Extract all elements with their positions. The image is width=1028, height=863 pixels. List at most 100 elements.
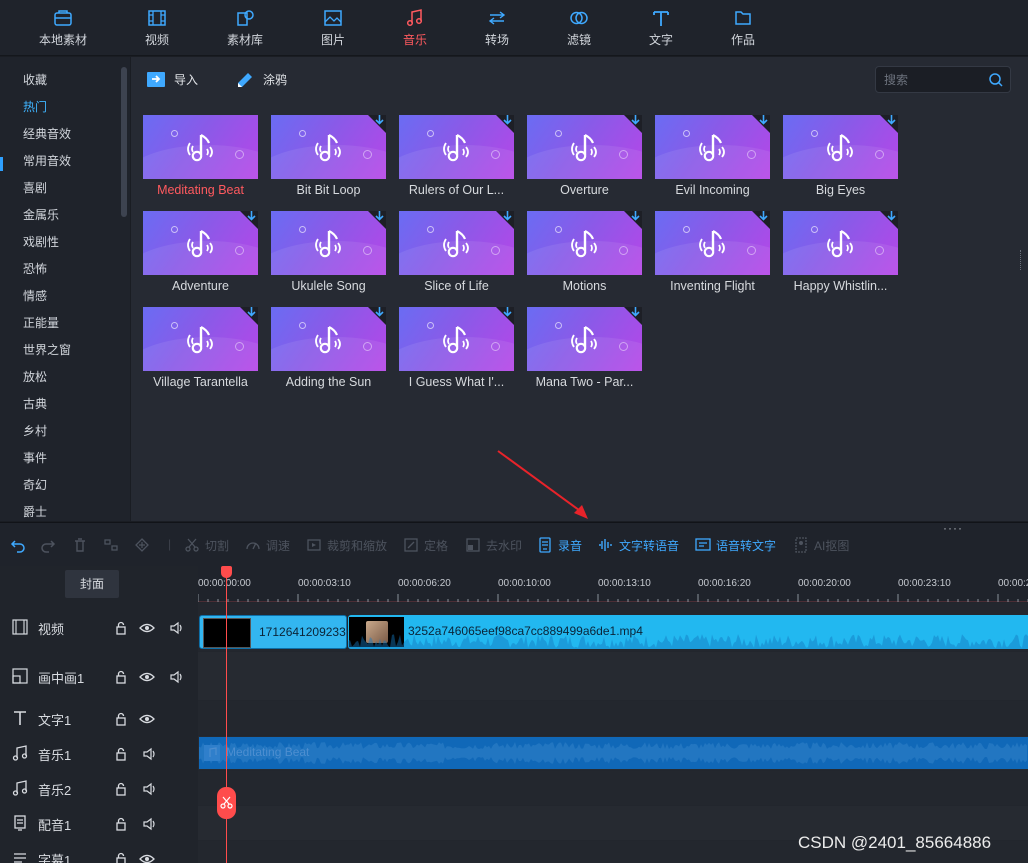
category-item[interactable]: 放松 xyxy=(23,367,47,387)
video-clip-1[interactable]: 1712641209233 xyxy=(199,615,347,649)
download-icon[interactable] xyxy=(631,115,640,125)
music-card[interactable]: Slice of Life xyxy=(399,211,514,303)
delete-button[interactable] xyxy=(72,535,88,555)
category-scrollbar[interactable] xyxy=(121,67,127,217)
category-item[interactable]: 戏剧性 xyxy=(23,232,59,252)
category-item[interactable]: 经典音效 xyxy=(23,124,71,144)
tab-local-material[interactable]: 本地素材 xyxy=(22,0,104,56)
music-card[interactable]: Adding the Sun xyxy=(271,307,386,399)
eye-icon[interactable] xyxy=(139,620,155,636)
music-card[interactable]: Overture xyxy=(527,115,642,207)
record-button[interactable]: 录音 xyxy=(537,535,582,555)
download-icon[interactable] xyxy=(631,211,640,221)
lock-icon[interactable] xyxy=(113,669,129,685)
panel-resize-grip[interactable] xyxy=(1020,250,1023,270)
download-icon[interactable] xyxy=(759,211,768,221)
tab-transition[interactable]: 转场 xyxy=(456,0,538,56)
download-icon[interactable] xyxy=(375,307,384,317)
download-icon[interactable] xyxy=(503,211,512,221)
lock-icon[interactable] xyxy=(113,620,129,636)
text-to-speech-button[interactable]: 文字转语音 xyxy=(598,535,679,555)
music-card[interactable]: Ukulele Song xyxy=(271,211,386,303)
speed-button[interactable]: 调速 xyxy=(245,535,290,555)
category-item[interactable]: 收藏 xyxy=(23,70,47,90)
download-icon[interactable] xyxy=(375,211,384,221)
track-row-text[interactable] xyxy=(198,701,1028,735)
music-card[interactable]: Inventing Flight xyxy=(655,211,770,303)
video-clip-2[interactable]: 3252a746065eef98ca7cc889499a6de1.mp4 xyxy=(348,615,1028,649)
category-item[interactable]: 喜剧 xyxy=(23,178,47,198)
marker-button[interactable] xyxy=(134,535,150,555)
lock-icon[interactable] xyxy=(113,746,129,762)
download-icon[interactable] xyxy=(375,115,384,125)
category-item[interactable]: 热门 xyxy=(23,97,47,117)
download-icon[interactable] xyxy=(631,307,640,317)
search-icon[interactable] xyxy=(988,72,1004,88)
download-icon[interactable] xyxy=(887,211,896,221)
download-icon[interactable] xyxy=(503,307,512,317)
cover-button[interactable]: 封面 xyxy=(65,570,119,598)
search-input[interactable] xyxy=(884,72,984,88)
import-button[interactable]: 导入 xyxy=(146,67,198,91)
search-box[interactable] xyxy=(875,66,1011,93)
tab-library[interactable]: 素材库 xyxy=(204,0,286,56)
remove-watermark-button[interactable]: 去水印 xyxy=(465,535,522,555)
download-icon[interactable] xyxy=(759,115,768,125)
eye-icon[interactable] xyxy=(139,851,155,863)
graffiti-button[interactable]: 涂鸦 xyxy=(235,67,287,91)
ai-cutout-button[interactable]: AI抠图 xyxy=(793,535,849,555)
download-icon[interactable] xyxy=(503,115,512,125)
music-card[interactable]: Village Tarantella xyxy=(143,307,258,399)
freeze-button[interactable]: 定格 xyxy=(403,535,448,555)
cut-button[interactable]: 切割 xyxy=(184,535,229,555)
redo-button[interactable] xyxy=(40,535,56,555)
music-card[interactable]: Motions xyxy=(527,211,642,303)
category-item[interactable]: 古典 xyxy=(23,394,47,414)
tab-image[interactable]: 图片 xyxy=(292,0,374,56)
category-item[interactable]: 乡村 xyxy=(23,421,47,441)
category-item[interactable]: 恐怖 xyxy=(23,259,47,279)
category-item[interactable]: 事件 xyxy=(23,448,47,468)
lock-icon[interactable] xyxy=(113,711,129,727)
eye-icon[interactable] xyxy=(139,711,155,727)
music-card[interactable]: Adventure xyxy=(143,211,258,303)
track-row-music2[interactable] xyxy=(198,771,1028,805)
category-item[interactable]: 奇幻 xyxy=(23,475,47,495)
music-card[interactable]: Evil Incoming xyxy=(655,115,770,207)
category-item[interactable]: 正能量 xyxy=(23,313,59,333)
tab-music[interactable]: 音乐 xyxy=(374,0,456,56)
lock-icon[interactable] xyxy=(113,816,129,832)
speaker-icon[interactable] xyxy=(142,816,158,832)
music-card[interactable]: Big Eyes xyxy=(783,115,898,207)
music-card[interactable]: Meditating Beat xyxy=(143,115,258,207)
music-card[interactable]: Bit Bit Loop xyxy=(271,115,386,207)
more-dots[interactable]: ···· xyxy=(943,521,963,535)
category-item[interactable]: 金属乐 xyxy=(23,205,59,225)
playhead-handle[interactable] xyxy=(221,566,232,578)
speech-to-text-button[interactable]: 语音转文字 xyxy=(695,535,776,555)
category-item[interactable]: 情感 xyxy=(23,286,47,306)
speaker-icon[interactable] xyxy=(169,669,185,685)
tab-video[interactable]: 视频 xyxy=(116,0,198,56)
split-at-playhead-button[interactable] xyxy=(217,787,236,819)
music-card[interactable]: Rulers of Our L... xyxy=(399,115,514,207)
layout-button[interactable] xyxy=(103,535,119,555)
undo-button[interactable] xyxy=(10,535,26,555)
category-item[interactable]: 常用音效 xyxy=(23,151,71,171)
music-card[interactable]: Happy Whistlin... xyxy=(783,211,898,303)
track-row-pip[interactable] xyxy=(198,652,1028,700)
download-icon[interactable] xyxy=(887,115,896,125)
tab-filter[interactable]: 滤镜 xyxy=(538,0,620,56)
time-ruler[interactable]: 00:00:00:00 00:00:03:10 00:00:06:20 00:0… xyxy=(198,566,1028,602)
category-item[interactable]: 爵士 xyxy=(23,502,47,521)
music-card[interactable]: Mana Two - Par... xyxy=(527,307,642,399)
lock-icon[interactable] xyxy=(113,781,129,797)
category-item[interactable]: 世界之窗 xyxy=(23,340,71,360)
music-clip[interactable]: Meditating Beat xyxy=(199,737,1028,769)
tab-text[interactable]: 文字 xyxy=(620,0,702,56)
speaker-icon[interactable] xyxy=(142,746,158,762)
tab-works[interactable]: 作品 xyxy=(702,0,784,56)
music-card[interactable]: I Guess What I'... xyxy=(399,307,514,399)
download-icon[interactable] xyxy=(247,211,256,221)
crop-zoom-button[interactable]: 裁剪和缩放 xyxy=(306,535,387,555)
